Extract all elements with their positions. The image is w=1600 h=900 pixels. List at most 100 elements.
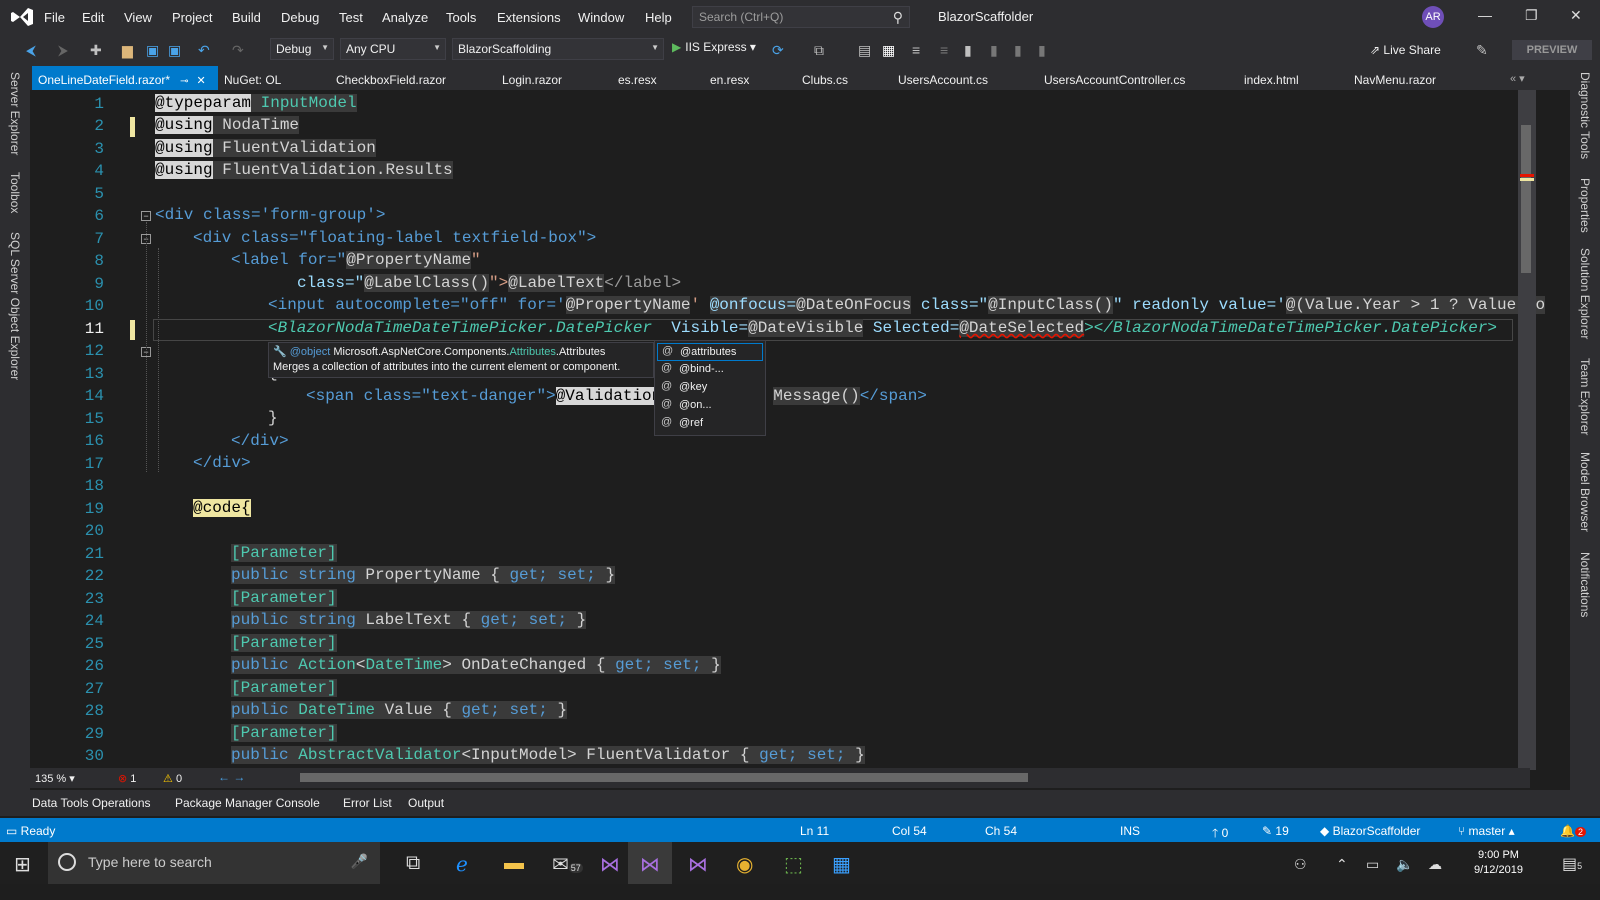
tab-output[interactable]: Output — [408, 796, 444, 810]
status-notifications[interactable]: 🔔 2 — [1560, 824, 1586, 838]
status-repo[interactable]: ◆ BlazorScaffolder — [1320, 824, 1420, 838]
menu-edit[interactable]: Edit — [82, 10, 104, 25]
comment-icon[interactable]: ≡ — [912, 42, 920, 58]
status-line[interactable]: Ln 11 — [800, 824, 829, 838]
menu-test[interactable]: Test — [339, 10, 363, 25]
model-browser-tab[interactable]: Model Browser — [1578, 452, 1592, 532]
solution-explorer-icon[interactable]: ▤ — [858, 42, 871, 59]
tab-navmenu[interactable]: NavMenu.razor — [1348, 66, 1442, 90]
completion-list[interactable]: @ @attributes @ @bind-... @ @key @ @on... @ @… — [654, 340, 766, 436]
warning-count[interactable]: ⚠ 0 — [163, 772, 182, 785]
volume-icon[interactable]: 🔈 — [1396, 856, 1413, 873]
notifications-tab[interactable]: Notifications — [1578, 552, 1592, 617]
visual-studio-active-icon[interactable]: ⋈ — [640, 852, 660, 877]
action-center-icon[interactable]: ▤5 — [1562, 854, 1582, 874]
status-insert-mode[interactable]: INS — [1120, 824, 1140, 838]
minimize-icon[interactable]: — — [1478, 7, 1492, 23]
taskbar-search[interactable]: Type here to search 🎤 — [48, 842, 380, 884]
properties-tab[interactable]: Properties — [1578, 178, 1592, 233]
store-icon[interactable]: ▦ — [832, 852, 851, 877]
tab-overflow-icon[interactable]: « ▾ — [1510, 72, 1525, 85]
forward-icon[interactable]: ⮞ — [58, 42, 68, 59]
tab-index-html[interactable]: index.html — [1238, 66, 1305, 90]
tab-nuget[interactable]: NuGet: OL — [218, 66, 287, 90]
redo-icon[interactable]: ↷ — [232, 42, 244, 59]
restore-icon[interactable]: ❐ — [1525, 7, 1538, 24]
solution-explorer-tab[interactable]: Solution Explorer — [1578, 248, 1592, 339]
menu-view[interactable]: View — [124, 10, 152, 25]
menu-project[interactable]: Project — [172, 10, 212, 25]
menu-debug[interactable]: Debug — [281, 10, 319, 25]
status-column[interactable]: Col 54 — [892, 824, 927, 838]
prev-bookmark-icon[interactable]: ▮ — [990, 42, 998, 59]
windows-start-icon[interactable]: ⊞ — [14, 852, 31, 877]
bookmark-icon[interactable]: ▮ — [964, 42, 972, 59]
menu-build[interactable]: Build — [232, 10, 261, 25]
status-branch[interactable]: ⑂ master ▴ — [1458, 824, 1515, 838]
toolbox-tab[interactable]: Toolbox — [8, 172, 22, 213]
save-all-icon[interactable]: ▣ — [168, 42, 181, 59]
navigate-issues[interactable]: ← → — [218, 770, 245, 784]
browser-link-icon[interactable]: ⧉ — [814, 42, 824, 59]
format-icon[interactable]: ▦ — [882, 42, 895, 59]
run-button[interactable]: ▶ IIS Express ▾ — [672, 40, 756, 54]
feedback-icon[interactable]: ✎ — [1476, 42, 1488, 59]
next-bookmark-icon[interactable]: ▮ — [1014, 42, 1022, 59]
new-project-icon[interactable]: ✚ — [90, 42, 102, 59]
people-icon[interactable]: ⚇ — [1294, 856, 1307, 873]
vertical-scroll-thumb[interactable] — [1521, 125, 1531, 273]
completion-item[interactable]: @ @key — [657, 379, 763, 397]
chrome-icon[interactable]: ◉ — [736, 852, 753, 877]
task-view-icon[interactable]: ⧉ — [406, 852, 420, 875]
mail-icon[interactable]: ✉ 57 — [552, 852, 583, 877]
arrow-left-icon[interactable]: ← — [218, 770, 230, 784]
visual-studio-logo-icon[interactable] — [10, 6, 34, 28]
tab-en-resx[interactable]: en.resx — [704, 66, 755, 90]
battery-icon[interactable]: ▭ — [1366, 856, 1379, 873]
server-explorer-tab[interactable]: Server Explorer — [8, 72, 22, 155]
config-select[interactable]: Debug ▼ — [270, 38, 334, 60]
close-tab-icon[interactable]: ✕ — [196, 75, 205, 87]
horizontal-scroll-thumb[interactable] — [300, 773, 1028, 782]
uncomment-icon[interactable]: ≡ — [940, 42, 948, 58]
menu-extensions[interactable]: Extensions — [497, 10, 561, 25]
zoom-select[interactable]: 135 % ▾ — [35, 772, 75, 785]
undo-icon[interactable]: ↶ — [198, 42, 210, 59]
pin-icon[interactable]: ⊸ — [180, 76, 188, 87]
tab-es-resx[interactable]: es.resx — [612, 66, 663, 90]
arrow-right-icon[interactable]: → — [233, 770, 245, 784]
live-share-button[interactable]: ⇗ Live Share — [1370, 43, 1441, 57]
tab-error-list[interactable]: Error List — [343, 796, 392, 810]
menu-window[interactable]: Window — [578, 10, 624, 25]
avatar[interactable]: AR — [1422, 6, 1444, 28]
clear-bookmarks-icon[interactable]: ▮ — [1038, 42, 1046, 59]
status-char[interactable]: Ch 54 — [985, 824, 1017, 838]
completion-item[interactable]: @ @ref — [657, 415, 763, 433]
completion-item[interactable]: @ @on... — [657, 397, 763, 415]
collapse-icon[interactable]: − — [141, 211, 151, 221]
tab-onelinedatefield[interactable]: OneLineDateField.razor* ⊸ ✕ — [32, 66, 218, 90]
status-pending-edits[interactable]: ✎ 19 — [1262, 824, 1289, 838]
taskbar-clock[interactable]: 9:00 PM 9/12/2019 — [1474, 848, 1523, 878]
save-icon[interactable]: ▣ — [146, 42, 159, 59]
tab-usersaccountcontroller[interactable]: UsersAccountController.cs — [1038, 66, 1191, 90]
chevron-up-icon[interactable]: ⌃ — [1336, 856, 1348, 873]
network-icon[interactable]: ☁ — [1428, 856, 1442, 873]
tab-package-manager-console[interactable]: Package Manager Console — [175, 796, 320, 810]
visual-studio-preview-icon[interactable]: ⋈ — [688, 852, 708, 877]
menu-file[interactable]: File — [44, 10, 65, 25]
startup-project-select[interactable]: BlazorScaffolding ▼ — [452, 38, 664, 60]
file-explorer-icon[interactable]: ▬ — [504, 852, 524, 875]
tab-login[interactable]: Login.razor — [496, 66, 568, 90]
tab-data-tools-operations[interactable]: Data Tools Operations — [32, 796, 151, 810]
team-explorer-tab[interactable]: Team Explorer — [1578, 358, 1592, 435]
tab-clubs[interactable]: Clubs.cs — [796, 66, 854, 90]
sql-server-object-explorer-tab[interactable]: SQL Server Object Explorer — [8, 232, 22, 380]
diagnostic-tools-tab[interactable]: Diagnostic Tools — [1578, 72, 1592, 159]
search-input[interactable]: Search (Ctrl+Q) ⚲ — [692, 6, 910, 28]
completion-item[interactable]: @ @bind-... — [657, 361, 763, 379]
error-count[interactable]: ⊗ 1 — [118, 772, 136, 785]
completion-item[interactable]: @ @attributes — [657, 343, 763, 361]
refresh-icon[interactable]: ⟳ — [772, 42, 784, 59]
edge-icon[interactable]: ℯ — [456, 852, 468, 877]
